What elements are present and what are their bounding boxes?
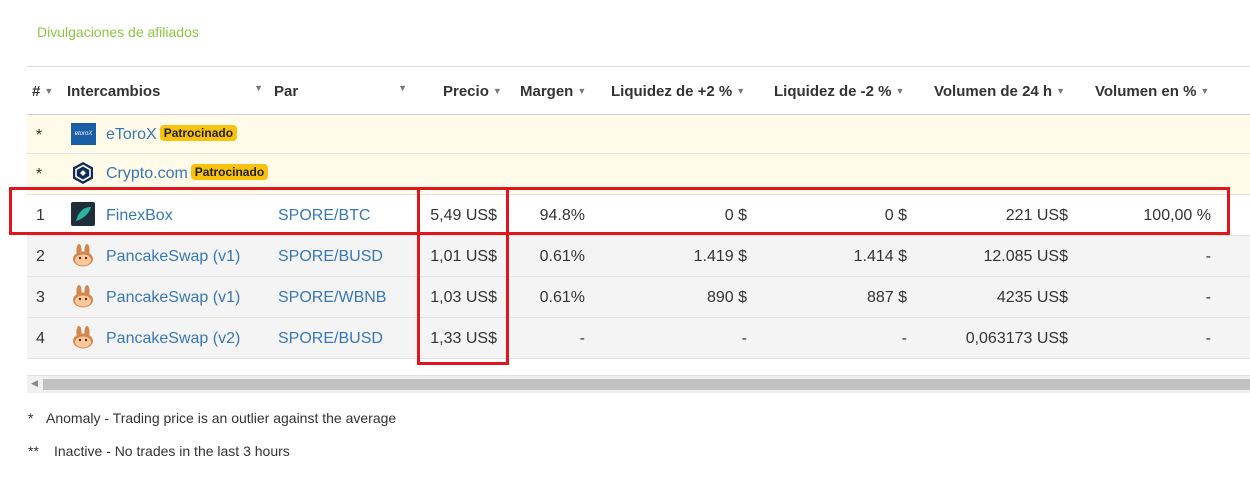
header-depth-minus-label: Liquidez de -2 % xyxy=(774,83,892,100)
sort-caret-icon: ▼ xyxy=(44,86,54,96)
header-pair[interactable]: Par ▼ xyxy=(274,83,407,100)
volume24-cell: 12.085 US$ xyxy=(983,248,1068,265)
depth-plus-cell: 0 $ xyxy=(724,207,747,224)
depth-minus-cell: 887 $ xyxy=(866,289,907,306)
header-volume-pct[interactable]: Volumen en % ▼ xyxy=(1095,83,1209,100)
sponsored-badge: Patrocinado xyxy=(190,164,269,180)
header-exchange[interactable]: Intercambios ▼ xyxy=(67,83,263,100)
sort-caret-icon: ▼ xyxy=(736,86,746,96)
table-row: 1 FinexBox SPORE/BTC 5,49 US$ 94.8% 0 $ … xyxy=(27,195,1250,236)
spread-cell: 94.8% xyxy=(539,207,585,224)
row-mark: * xyxy=(36,127,43,144)
price-cell: 5,49 US$ xyxy=(430,207,497,224)
scrollbar-thumb[interactable] xyxy=(43,379,1250,390)
table-row: 2 PancakeSwap (v1) SPORE/BUSD 1,01 US$ 0… xyxy=(27,236,1250,277)
volume-pct-cell: - xyxy=(1205,289,1211,306)
volume24-cell: 0,063173 US$ xyxy=(965,330,1068,347)
pair-link[interactable]: SPORE/BTC xyxy=(278,207,370,225)
sort-caret-icon: ▼ xyxy=(577,86,587,96)
depth-minus-cell: 0 $ xyxy=(884,207,907,224)
exchange-cell: Crypto.com Patrocinado xyxy=(106,164,269,183)
pancakeswap-logo-icon xyxy=(71,243,95,267)
row-mark: * xyxy=(36,166,43,183)
etorox-logo-icon: etoroX xyxy=(71,123,96,145)
depth-plus-cell: 890 $ xyxy=(706,289,747,306)
volume-pct-cell: 100,00 % xyxy=(1143,207,1211,224)
header-depth-minus[interactable]: Liquidez de -2 % ▼ xyxy=(774,83,904,100)
spread-cell: 0.61% xyxy=(539,248,585,265)
pancakeswap-logo-icon xyxy=(71,325,95,349)
row-num: 1 xyxy=(36,207,45,224)
exchange-link[interactable]: eToroX xyxy=(106,126,157,143)
spread-cell: - xyxy=(579,330,585,347)
depth-minus-cell: 1.414 $ xyxy=(853,248,907,265)
header-spread-label: Margen xyxy=(520,83,574,100)
scroll-left-arrow-icon[interactable]: ◀ xyxy=(31,378,38,389)
depth-plus-cell: - xyxy=(741,330,747,347)
header-volume24[interactable]: Volumen de 24 h ▼ xyxy=(934,83,1065,100)
volume-pct-cell: - xyxy=(1205,248,1211,265)
exchange-link[interactable]: Crypto.com xyxy=(106,165,188,182)
price-cell: 1,01 US$ xyxy=(430,248,497,265)
header-pair-label: Par xyxy=(274,83,299,100)
header-depth-plus[interactable]: Liquidez de +2 % ▼ xyxy=(611,83,745,100)
footnote-inactive: ** Inactive - No trades in the last 3 hou… xyxy=(28,443,290,459)
table-row: 3 PancakeSwap (v1) SPORE/WBNB 1,03 US$ 0… xyxy=(27,277,1250,318)
exchange-link[interactable]: PancakeSwap (v1) xyxy=(106,248,240,266)
header-num[interactable]: # ▼ xyxy=(32,83,53,100)
sort-caret-icon: ▼ xyxy=(895,86,905,96)
header-depth-plus-label: Liquidez de +2 % xyxy=(611,83,733,100)
header-spread[interactable]: Margen ▼ xyxy=(520,83,586,100)
row-num: 4 xyxy=(36,330,45,347)
footnote-anomaly: * Anomaly - Trading price is an outlier a… xyxy=(28,410,396,426)
finexbox-logo-icon xyxy=(71,202,95,226)
sort-caret-icon: ▼ xyxy=(1200,86,1210,96)
header-price[interactable]: Precio ▼ xyxy=(443,83,502,100)
exchange-cell: eToroX Patrocinado xyxy=(106,125,238,144)
exchange-link[interactable]: PancakeSwap (v1) xyxy=(106,289,240,307)
sort-caret-icon: ▼ xyxy=(1056,86,1066,96)
footnote-text: Anomaly - Trading price is an outlier ag… xyxy=(46,410,397,426)
header-exchange-label: Intercambios xyxy=(67,83,161,100)
row-num: 2 xyxy=(36,248,45,265)
volume24-cell: 221 US$ xyxy=(1005,207,1068,224)
markets-table: # ▼ Intercambios ▼ Par ▼ Precio ▼ Margen ▼ Li… xyxy=(27,66,1250,359)
crypto-com-logo-icon xyxy=(71,161,95,185)
footnote-mark: * xyxy=(28,410,34,426)
etorox-logo-text: etoroX xyxy=(74,131,93,137)
pair-link[interactable]: SPORE/BUSD xyxy=(278,330,383,348)
sponsored-row: * Crypto.com Patrocinado xyxy=(27,154,1250,195)
depth-plus-cell: 1.419 $ xyxy=(693,248,747,265)
table-header: # ▼ Intercambios ▼ Par ▼ Precio ▼ Margen ▼ Li… xyxy=(27,67,1250,115)
table-row: 4 PancakeSwap (v2) SPORE/BUSD 1,33 US$ -… xyxy=(27,318,1250,359)
spread-cell: 0.61% xyxy=(539,289,585,306)
header-num-label: # xyxy=(32,83,41,100)
pancakeswap-logo-icon xyxy=(71,284,95,308)
header-price-label: Precio xyxy=(443,83,489,100)
pair-link[interactable]: SPORE/BUSD xyxy=(278,248,383,266)
header-volume-pct-label: Volumen en % xyxy=(1095,83,1197,100)
volume24-cell: 4235 US$ xyxy=(996,289,1068,306)
volume-pct-cell: - xyxy=(1205,330,1211,347)
price-cell: 1,03 US$ xyxy=(430,289,497,306)
sort-caret-icon: ▼ xyxy=(492,86,502,96)
sort-caret-icon: ▼ xyxy=(398,83,407,93)
pair-link[interactable]: SPORE/WBNB xyxy=(278,289,386,307)
price-cell: 1,33 US$ xyxy=(430,330,497,347)
sort-caret-icon: ▼ xyxy=(254,83,263,93)
footnote-text: Inactive - No trades in the last 3 hours xyxy=(54,443,290,459)
horizontal-scrollbar[interactable]: ◀ xyxy=(27,375,1250,393)
depth-minus-cell: - xyxy=(901,330,907,347)
header-volume24-label: Volumen de 24 h xyxy=(934,83,1053,100)
affiliate-disclosures-link[interactable]: Divulgaciones de afiliados xyxy=(37,24,199,40)
row-num: 3 xyxy=(36,289,45,306)
exchange-link[interactable]: PancakeSwap (v2) xyxy=(106,330,240,348)
exchange-link[interactable]: FinexBox xyxy=(106,207,173,225)
sponsored-badge: Patrocinado xyxy=(159,125,238,141)
footnote-mark: ** xyxy=(28,443,39,459)
sponsored-row: * etoroX eToroX Patrocinado xyxy=(27,115,1250,154)
